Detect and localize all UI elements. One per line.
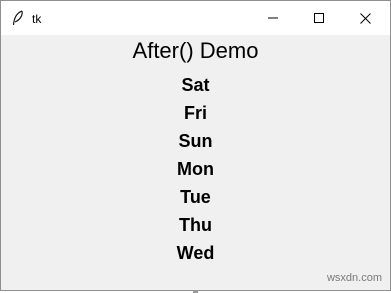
day-label: Sun	[178, 131, 213, 151]
maximize-button[interactable]	[296, 1, 342, 35]
day-label: Mon	[177, 159, 214, 179]
window-title: tk	[32, 12, 42, 26]
close-button[interactable]	[342, 1, 388, 35]
day-label: Fri	[183, 103, 207, 123]
minimize-icon	[268, 17, 278, 19]
window-client-area: After() Demo Sat Fri Sun Mon Tue Thu Wed…	[1, 35, 390, 290]
minimize-button[interactable]	[250, 1, 296, 35]
day-label: Tue	[180, 187, 211, 207]
app-window: tk After() Demo Sat Fri Sun Mon Tue Thu	[0, 0, 391, 291]
title-bar[interactable]: tk	[1, 1, 390, 35]
day-label: Thu	[179, 215, 212, 235]
day-label: Wed	[176, 243, 215, 263]
day-list: Sat Fri Sun Mon Tue Thu Wed	[1, 71, 390, 267]
day-label: Sat	[181, 75, 210, 95]
watermark: wsxdn.com	[326, 272, 382, 284]
page-title: After() Demo	[132, 38, 259, 63]
maximize-icon	[314, 13, 324, 23]
feather-icon	[11, 10, 25, 26]
close-icon	[359, 12, 371, 24]
